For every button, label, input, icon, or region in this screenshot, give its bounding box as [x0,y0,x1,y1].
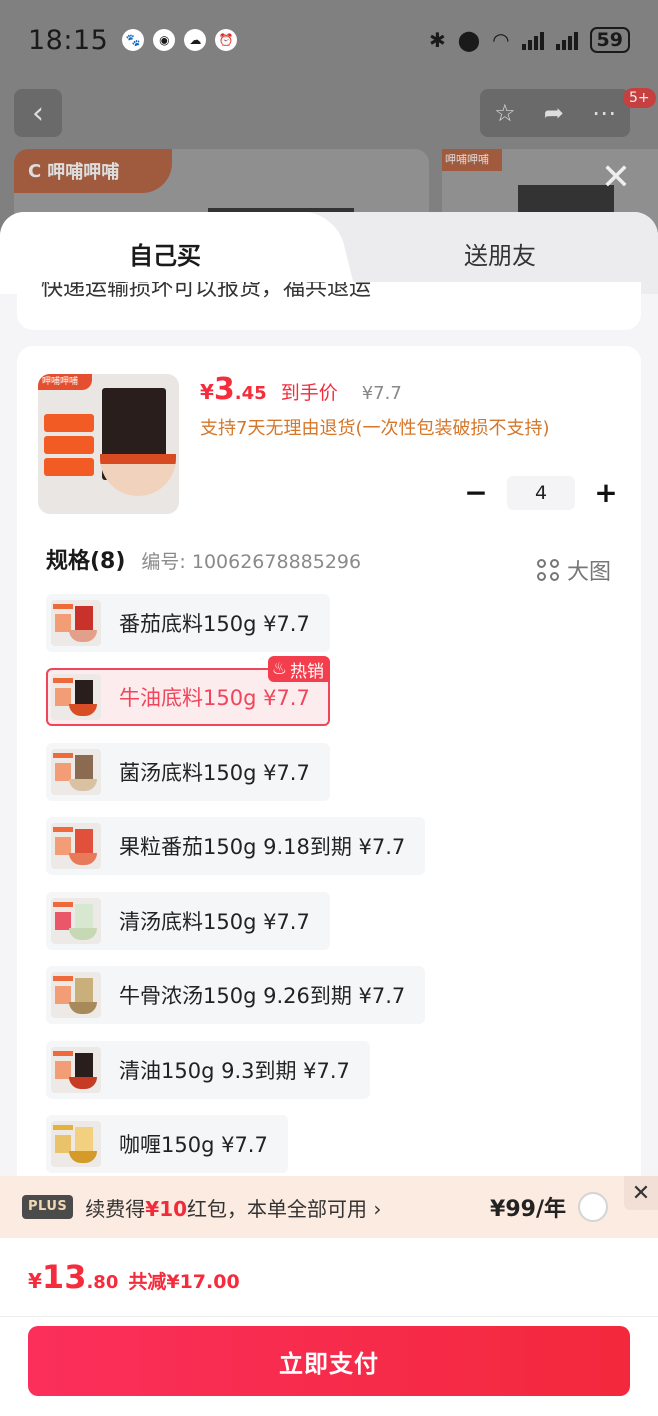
plus-badge: PLUS [22,1195,74,1219]
spec-label: 菌汤底料150g ¥7.7 [119,761,310,785]
plus-text-amount: ¥10 [145,1196,188,1221]
more-icon: ⋯ [591,99,616,127]
share-icon: ➦ [543,99,564,127]
tab-self-label: 自己买 [129,241,201,270]
hot-badge-label: 热销 [290,661,324,682]
star-icon: ☆ [494,99,516,127]
product-thumbnail[interactable]: 呷哺呷哺 [38,374,179,514]
brand-name: 呷哺呷哺 [47,162,120,183]
plus-price: ¥99/年 [490,1197,566,1222]
flame-icon: ♨ [271,659,287,679]
back-button: ‹ [14,89,62,137]
close-icon[interactable]: ✕ [624,1176,658,1210]
close-icon[interactable]: ✕ [596,158,636,198]
price-currency: ¥ [200,380,214,404]
minus-button[interactable]: − [461,478,491,508]
spec-thumbnail [51,749,101,795]
plus-radio[interactable] [578,1192,608,1222]
battery-indicator: 59 [589,27,630,53]
brand-c-icon: C [28,160,42,182]
plus-text-after: 红包，本单全部可用 › [187,1196,382,1221]
spec-sku: 编号: 10062678885296 [141,551,362,573]
big-image-label: 大图 [566,560,611,585]
plus-promo-text: 续费得¥10红包，本单全部可用 › [85,1193,381,1222]
hot-badge: ♨ 热销 [267,656,330,682]
price-integer: 3 [213,372,235,407]
divider [0,1316,658,1317]
spec-thumbnail [51,600,101,646]
total-currency: ¥ [28,1269,42,1293]
spec-thumbnail [51,823,101,869]
spec-label: 清汤底料150g ¥7.7 [119,910,310,934]
spec-thumbnail [51,674,101,720]
alarm-icon: ⏰ [215,29,238,51]
background-brand-logo-2: 呷哺呷哺 [442,149,502,171]
background-actions: ☆ ➦ ⋯ [480,89,630,137]
return-policy-note: 支持7天无理由退货(一次性包装破损不支持) [200,418,550,439]
status-time: 18:15 [28,24,109,56]
spec-option-mushroom[interactable]: 菌汤底料150g ¥7.7 [46,743,330,801]
spec-option-beef-bone[interactable]: 牛骨浓汤150g 9.26到期 ¥7.7 [46,966,426,1024]
wifi-icon: ◠ [492,28,510,52]
spec-option-curry[interactable]: 咖喱150g ¥7.7 [46,1115,288,1173]
spec-label: 咖喱150g ¥7.7 [119,1133,268,1157]
spec-thumbnail [51,1121,101,1167]
big-image-button[interactable]: 大图 [536,554,611,586]
spec-title: 规格(8) [46,549,126,574]
status-right: ✱ ⬤ ◠ 59 [429,27,630,53]
spec-label: 牛骨浓汤150g 9.26到期 ¥7.7 [119,984,406,1008]
spec-header: 规格(8) 编号: 10062678885296 大图 [46,543,611,586]
grid-icon [536,559,559,581]
price-tag: 到手价 [280,382,338,404]
spec-label: 牛油底料150g ¥7.7 [119,686,310,710]
baidu-app-icon: 🐾 [122,29,145,51]
price-row: ¥ 3 .45 到手价 ¥7.7 [200,372,402,407]
location-icon: ⬤ [457,28,481,52]
spec-thumbnail [51,898,101,944]
plus-text-before: 续费得 [85,1196,146,1221]
thumb-brand-logo: 呷哺呷哺 [38,374,92,390]
thumb-label [44,458,94,476]
pay-now-button[interactable]: 立即支付 [28,1326,630,1396]
total-decimal: .80 [86,1272,119,1293]
quantity-value[interactable]: 4 [507,476,575,510]
background-brand-logo: C 呷哺呷哺 [14,149,172,193]
spec-option-beef-tallow[interactable]: 牛油底料150g ¥7.7 ♨ 热销 [46,656,330,726]
spec-label: 番茄底料150g ¥7.7 [119,612,310,636]
plus-button[interactable]: + [591,478,621,508]
price-decimal: .45 [234,383,267,404]
checkout-footer: ¥ 13 .80 共减¥17.00 立即支付 [0,1238,658,1416]
message-badge: 5+ [623,88,656,108]
spec-thumbnail [51,1047,101,1093]
spec-option-clear-soup[interactable]: 清汤底料150g ¥7.7 [46,892,330,950]
previous-card-text: 快递运输损坏可以报货，福共退运 [41,282,372,301]
thumb-label [44,436,94,454]
spec-option-tomato[interactable]: 番茄底料150g ¥7.7 [46,594,330,652]
quantity-stepper: − 4 + [461,476,621,510]
purchase-sheet: 送朋友 自己买 快递运输损坏可以报货，福共退运 呷哺呷哺 ¥ 3 .45 到手价… [0,212,658,1416]
original-price: ¥7.7 [361,383,402,404]
thumb-label [44,414,94,432]
thumb-bowl [100,454,176,496]
spec-thumbnail [51,972,101,1018]
spec-option-fruit-tomato[interactable]: 果粒番茄150g 9.18到期 ¥7.7 [46,817,426,875]
plus-promo-bar[interactable]: PLUS 续费得¥10红包，本单全部可用 › ¥99/年 ✕ [0,1176,658,1238]
spec-label: 果粒番茄150g 9.18到期 ¥7.7 [119,835,406,859]
weibo-app-icon: ◉ [153,29,176,51]
signal-icon [521,30,544,50]
signal-icon-2 [555,30,578,50]
total-saved: 共减¥17.00 [128,1271,240,1293]
status-bar: 18:15 🐾 ◉ ☁ ⏰ ✱ ⬤ ◠ 59 [0,0,658,80]
total-integer: 13 [41,1258,87,1296]
total-row: ¥ 13 .80 共减¥17.00 [28,1258,240,1296]
weather-app-icon: ☁ [184,29,207,51]
spec-label: 清油150g 9.3到期 ¥7.7 [119,1059,350,1083]
spec-option-clear-oil[interactable]: 清油150g 9.3到期 ¥7.7 [46,1041,370,1099]
status-app-icons: 🐾 ◉ ☁ ⏰ [122,29,238,51]
bluetooth-icon: ✱ [428,28,446,52]
previous-card: 快递运输损坏可以报货，福共退运 [17,282,641,330]
